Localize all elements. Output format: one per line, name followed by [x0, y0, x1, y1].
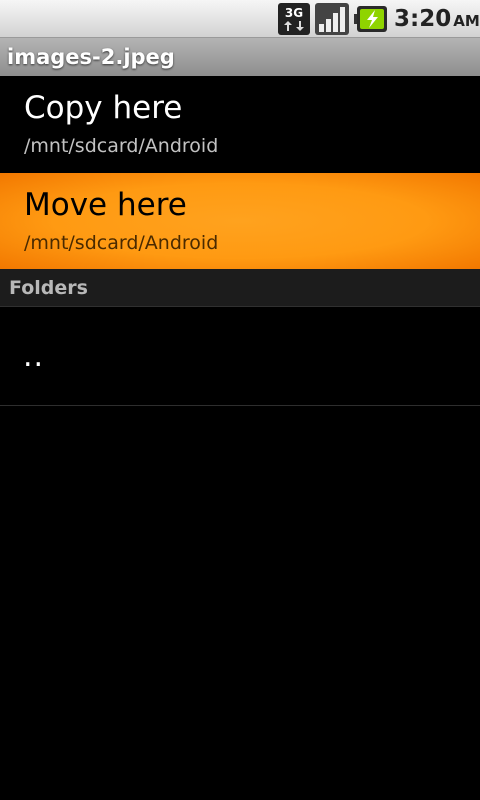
folder-name: .. — [23, 339, 45, 374]
copy-here-path: /mnt/sdcard/Android — [24, 135, 219, 157]
copy-here-label: Copy here — [24, 90, 183, 126]
dialog-title: images-2.jpeg — [7, 45, 175, 69]
3g-data-icon: 3G — [278, 3, 310, 35]
folders-header-label: Folders — [9, 277, 88, 299]
copy-here-item[interactable]: Copy here /mnt/sdcard/Android — [0, 76, 480, 172]
folders-section-header: Folders — [0, 269, 480, 307]
move-here-label: Move here — [24, 187, 187, 223]
battery-charging-icon — [354, 6, 387, 32]
clock: 3:20 AM — [394, 4, 480, 34]
svg-text:3G: 3G — [285, 6, 303, 20]
folder-item-parent[interactable]: .. — [0, 307, 480, 406]
clock-time: 3:20 — [394, 6, 452, 32]
move-here-item[interactable]: Move here /mnt/sdcard/Android — [0, 173, 480, 269]
status-bar: 3G 3:20 AM — [0, 0, 480, 38]
signal-strength-icon — [315, 3, 349, 35]
clock-ampm: AM — [453, 12, 480, 30]
move-here-path: /mnt/sdcard/Android — [24, 232, 219, 254]
title-bar: images-2.jpeg — [0, 38, 480, 76]
